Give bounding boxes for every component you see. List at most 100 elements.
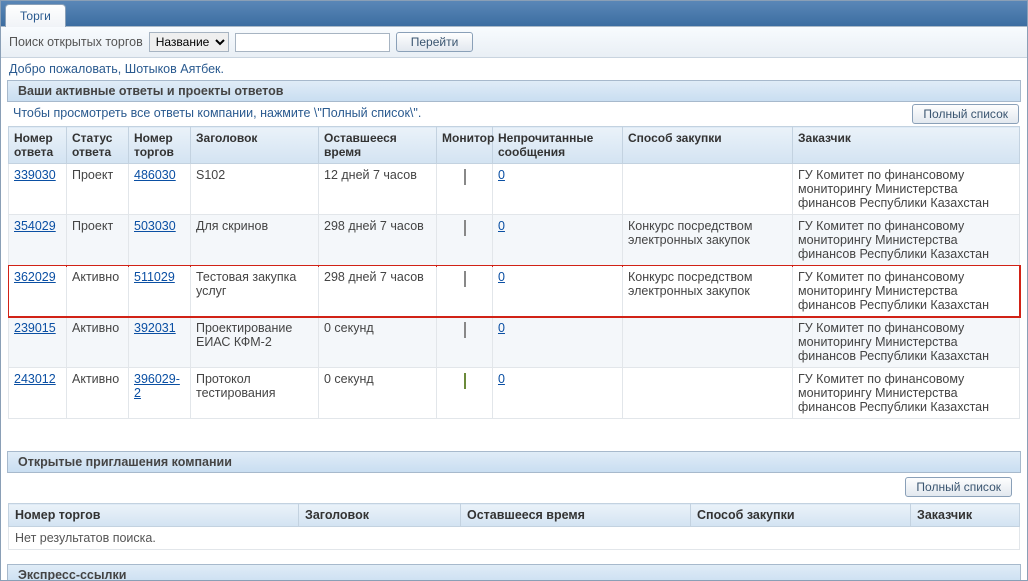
calendar-grid-icon[interactable] (455, 221, 475, 237)
tab-torgi[interactable]: Торги (5, 4, 66, 27)
torg-number-link[interactable]: 503030 (134, 219, 176, 233)
col-resp-num[interactable]: Номер ответа (9, 127, 67, 164)
cell-torg-num: 511029 (129, 266, 191, 317)
col-torg-num[interactable]: Номер торгов (129, 127, 191, 164)
tab-strip: Торги (1, 1, 1027, 27)
active-full-list-button[interactable]: Полный список (912, 104, 1019, 124)
unread-link[interactable]: 0 (498, 321, 505, 335)
table-row: 339030 Проект 486030 S10212 дней 7 часов 0 ГУ… (9, 164, 1020, 215)
response-number-link[interactable]: 354029 (14, 219, 56, 233)
torg-number-link[interactable]: 396029-2 (134, 372, 180, 400)
response-number-link[interactable]: 239015 (14, 321, 56, 335)
cell-monitor (437, 317, 493, 368)
col-monitor[interactable]: Монитор (437, 127, 493, 164)
table-header-row: Номер торгов Заголовок Оставшееся время … (9, 504, 1020, 527)
search-go-button[interactable]: Перейти (396, 32, 474, 52)
cell-customer: ГУ Комитет по финансовому мониторингу Ми… (793, 266, 1020, 317)
cell-resp-num: 339030 (9, 164, 67, 215)
cell-method: Конкурс посредством электронных закупок (623, 215, 793, 266)
cell-customer: ГУ Комитет по финансовому мониторингу Ми… (793, 164, 1020, 215)
cell-resp-status: Активно (67, 317, 129, 368)
search-bar: Поиск открытых торгов Название Перейти (1, 27, 1027, 58)
cell-unread: 0 (493, 368, 623, 419)
col-torg-num[interactable]: Номер торгов (9, 504, 299, 527)
cell-title: Для скринов (191, 215, 319, 266)
cell-monitor (437, 215, 493, 266)
cell-unread: 0 (493, 317, 623, 368)
cell-resp-status: Активно (67, 368, 129, 419)
col-resp-status[interactable]: Статус ответа (67, 127, 129, 164)
cell-resp-num: 362029 (9, 266, 67, 317)
cell-resp-num: 243012 (9, 368, 67, 419)
col-time-left[interactable]: Оставшееся время (319, 127, 437, 164)
search-label: Поиск открытых торгов (9, 35, 143, 49)
calendar-grid-icon[interactable] (455, 272, 475, 288)
table-row: 354029 Проект 503030 Для скринов298 дней 7 … (9, 215, 1020, 266)
table-row: 362029 Активно 511029 Тестовая закупка услу… (9, 266, 1020, 317)
unread-link[interactable]: 0 (498, 168, 505, 182)
open-invitations-header: Открытые приглашения компании (7, 451, 1021, 473)
active-responses-hint: Чтобы просмотреть все ответы компании, н… (13, 106, 421, 120)
cell-time-left: 0 секунд (319, 368, 437, 419)
table-header-row: Номер ответа Статус ответа Номер торгов … (9, 127, 1020, 164)
cell-time-left: 298 дней 7 часов (319, 215, 437, 266)
cell-title: Проектирование ЕИАС КФМ-2 (191, 317, 319, 368)
cell-method: Конкурс посредством электронных закупок (623, 266, 793, 317)
col-title[interactable]: Заголовок (191, 127, 319, 164)
cell-torg-num: 503030 (129, 215, 191, 266)
cell-title: S102 (191, 164, 319, 215)
cell-title: Протокол тестирования (191, 368, 319, 419)
active-responses-hint-row: Чтобы просмотреть все ответы компании, н… (1, 102, 1027, 126)
cell-resp-status: Активно (67, 266, 129, 317)
no-results-text: Нет результатов поиска. (9, 527, 1020, 550)
unread-link[interactable]: 0 (498, 372, 505, 386)
express-links-header: Экспресс-ссылки (7, 564, 1021, 581)
open-inv-toolbar: Полный список (1, 475, 1020, 499)
unread-link[interactable]: 0 (498, 219, 505, 233)
cell-customer: ГУ Комитет по финансовому мониторингу Ми… (793, 215, 1020, 266)
col-customer[interactable]: Заказчик (793, 127, 1020, 164)
welcome-text: Добро пожаловать, Шотыков Аятбек. (1, 58, 1027, 78)
cell-resp-status: Проект (67, 164, 129, 215)
calendar-grid-icon[interactable] (455, 323, 475, 339)
cell-method (623, 164, 793, 215)
col-time-left[interactable]: Оставшееся время (461, 504, 691, 527)
torg-number-link[interactable]: 511029 (134, 270, 175, 284)
calendar-grid-icon[interactable] (455, 170, 475, 186)
cell-time-left: 0 секунд (319, 317, 437, 368)
cell-resp-status: Проект (67, 215, 129, 266)
cell-title: Тестовая закупка услуг (191, 266, 319, 317)
cell-torg-num: 396029-2 (129, 368, 191, 419)
search-input[interactable] (235, 33, 390, 52)
torg-number-link[interactable]: 486030 (134, 168, 176, 182)
cell-unread: 0 (493, 215, 623, 266)
active-responses-header: Ваши активные ответы и проекты ответов (7, 80, 1021, 102)
cell-method (623, 368, 793, 419)
cell-time-left: 12 дней 7 часов (319, 164, 437, 215)
col-unread[interactable]: Непрочитанные сообщения (493, 127, 623, 164)
search-field-select[interactable]: Название (149, 32, 229, 52)
response-number-link[interactable]: 362029 (14, 270, 56, 284)
col-method[interactable]: Способ закупки (623, 127, 793, 164)
col-method[interactable]: Способ закупки (691, 504, 911, 527)
open-invitations-table: Номер торгов Заголовок Оставшееся время … (8, 503, 1020, 550)
table-row: 239015 Активно 392031 Проектирование ЕИАС К… (9, 317, 1020, 368)
app-frame: Торги Поиск открытых торгов Название Пер… (0, 0, 1028, 581)
calendar-grid-icon[interactable] (455, 374, 475, 390)
torg-number-link[interactable]: 392031 (134, 321, 176, 335)
col-customer[interactable]: Заказчик (911, 504, 1020, 527)
no-results-row: Нет результатов поиска. (9, 527, 1020, 550)
response-number-link[interactable]: 243012 (14, 372, 56, 386)
cell-monitor (437, 266, 493, 317)
cell-resp-num: 239015 (9, 317, 67, 368)
unread-link[interactable]: 0 (498, 270, 505, 284)
active-responses-table: Номер ответа Статус ответа Номер торгов … (8, 126, 1020, 419)
col-title[interactable]: Заголовок (299, 504, 461, 527)
table-row: 243012 Активно396029-2 Протокол тестирован… (9, 368, 1020, 419)
cell-unread: 0 (493, 164, 623, 215)
cell-time-left: 298 дней 7 часов (319, 266, 437, 317)
open-inv-full-list-button[interactable]: Полный список (905, 477, 1012, 497)
cell-unread: 0 (493, 266, 623, 317)
response-number-link[interactable]: 339030 (14, 168, 56, 182)
cell-customer: ГУ Комитет по финансовому мониторингу Ми… (793, 368, 1020, 419)
